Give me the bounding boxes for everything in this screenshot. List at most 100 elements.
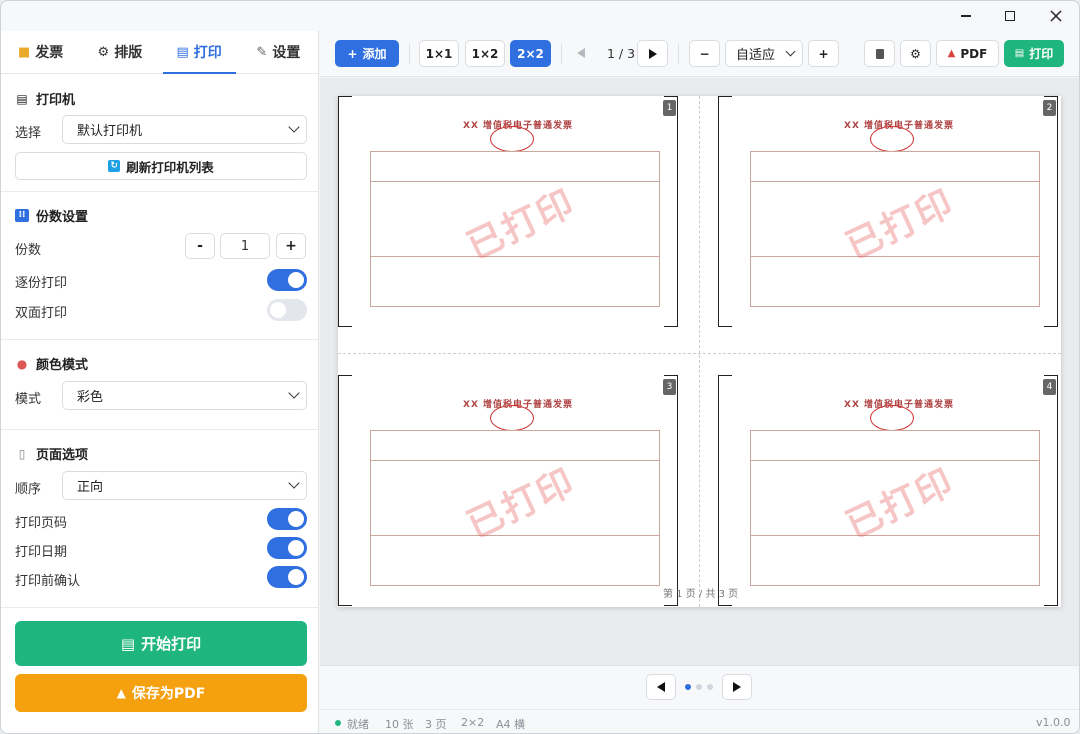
- crop-mark: [1044, 96, 1058, 327]
- maximize-button[interactable]: [987, 1, 1033, 31]
- section-title: ▤ 打印机: [15, 89, 76, 109]
- wrench-icon: ✎: [256, 44, 268, 60]
- copies-title: 份数设置: [36, 210, 89, 225]
- crop-mark: [338, 375, 352, 606]
- printer-icon: ▤: [1014, 48, 1025, 59]
- export-pdf-button[interactable]: ▲ PDF: [936, 40, 999, 67]
- zoom-value: 自适应: [736, 48, 776, 63]
- print-page-number-toggle[interactable]: [267, 508, 307, 530]
- page-footer: 第 1 页 / 共 3 页: [663, 589, 739, 600]
- print-date-toggle[interactable]: [267, 537, 307, 559]
- copies-increment-button[interactable]: +: [276, 233, 306, 259]
- zoom-select[interactable]: 自适应: [725, 40, 803, 67]
- chevron-right-icon: [733, 682, 741, 692]
- color-mode-select[interactable]: 彩色: [62, 381, 307, 410]
- next-page-button[interactable]: [637, 40, 668, 67]
- tab-label: 设置: [272, 45, 301, 61]
- invoice-seal: [870, 405, 914, 431]
- settings-button[interactable]: ⚙: [900, 40, 931, 67]
- print-page-number-label: 打印页码: [15, 516, 68, 531]
- invoice-seal: [490, 405, 534, 431]
- start-print-button[interactable]: ▤ 开始打印: [15, 621, 307, 666]
- chevron-down-icon: [288, 387, 300, 399]
- invoice-cell[interactable]: 1 XX 增值税电子普通发票 已打印: [338, 96, 680, 327]
- minimize-button[interactable]: [943, 1, 989, 31]
- status-dot: [335, 720, 341, 726]
- layout-1x2-button[interactable]: 1×2: [465, 40, 505, 67]
- crop-mark: [664, 375, 678, 606]
- zoom-out-button[interactable]: −: [689, 40, 720, 67]
- tab-settings[interactable]: ✎ 设置: [239, 31, 318, 73]
- copies-decrement-button[interactable]: -: [185, 233, 215, 259]
- crop-mark: [1044, 375, 1058, 606]
- confirm-before-print-toggle[interactable]: [267, 566, 307, 588]
- page-dot[interactable]: [685, 684, 691, 690]
- prev-page-button[interactable]: [577, 48, 585, 58]
- invoice-cell[interactable]: 3 XX 增值税电子普通发票 已打印: [338, 375, 680, 606]
- tab-layout[interactable]: ⚙ 排版: [80, 31, 159, 73]
- gear-icon: ⚙: [97, 44, 110, 60]
- tab-print[interactable]: ▤ 打印: [160, 31, 239, 74]
- app-version: v1.0.0: [1036, 716, 1071, 729]
- close-icon: [1050, 10, 1062, 22]
- pager-prev-button[interactable]: [646, 674, 676, 700]
- refresh-icon: ↻: [108, 160, 121, 172]
- pager-next-button[interactable]: [722, 674, 752, 700]
- sidebar: ■ 发票 ⚙ 排版 ▤ 打印 ✎ 设置 ▤ 打印机 选择 默认打印机 ↻ 刷新打…: [1, 31, 319, 733]
- printer-selected-value: 默认打印机: [77, 124, 143, 139]
- close-button[interactable]: [1033, 1, 1079, 31]
- invoice-seal: [870, 126, 914, 152]
- printer-icon: ▤: [176, 44, 189, 60]
- chevron-down-icon: [288, 121, 300, 133]
- save-pdf-button[interactable]: ▲ 保存为PDF: [15, 674, 307, 712]
- print-button[interactable]: ▤ 打印: [1004, 40, 1064, 67]
- status-layout: 2×2: [461, 716, 485, 729]
- collate-toggle[interactable]: [267, 269, 307, 291]
- print-date-label: 打印日期: [15, 545, 68, 560]
- add-button[interactable]: + 添加: [335, 40, 399, 67]
- trash-icon: [875, 48, 884, 59]
- title-bar: [1, 1, 1079, 31]
- crop-mark: [718, 375, 732, 606]
- printer-select-label: 选择: [15, 126, 42, 141]
- invoice-cell[interactable]: 2 XX 增值税电子普通发票 已打印: [718, 96, 1060, 327]
- duplex-toggle[interactable]: [267, 299, 307, 321]
- page-options-section: ▯ 页面选项 顺序 正向 打印页码 打印日期 打印前确认: [1, 430, 319, 608]
- invoice-seal: [490, 126, 534, 152]
- page-dot[interactable]: [696, 684, 702, 690]
- page-indicator: 1 / 3: [607, 46, 636, 61]
- cut-line-horizontal: [338, 353, 1061, 354]
- chevron-down-icon: [288, 477, 300, 489]
- zoom-in-button[interactable]: +: [808, 40, 839, 67]
- collate-label: 逐份打印: [15, 276, 68, 291]
- printer-section: ▤ 打印机 选择 默认打印机 ↻ 刷新打印机列表: [1, 75, 319, 192]
- crop-mark: [338, 96, 352, 327]
- delete-button[interactable]: [864, 40, 895, 67]
- invoice-cell[interactable]: 4 XX 增值税电子普通发票 已打印: [718, 375, 1060, 606]
- minimize-icon: [961, 15, 971, 17]
- status-pages: 3 页: [425, 718, 447, 731]
- cell-number-badge: 2: [1043, 100, 1056, 116]
- pdf-icon: ▲: [116, 686, 126, 700]
- layout-1x1-button[interactable]: 1×1: [419, 40, 459, 67]
- chevron-right-icon: [648, 48, 657, 59]
- printer-title: 打印机: [36, 93, 76, 108]
- tab-invoices[interactable]: ■ 发票: [1, 31, 80, 73]
- cell-number-badge: 4: [1043, 379, 1056, 395]
- maximize-icon: [1005, 11, 1015, 21]
- page-options-title: 页面选项: [36, 448, 89, 463]
- printer-select[interactable]: 默认打印机: [62, 115, 307, 144]
- page-dot[interactable]: [707, 684, 713, 690]
- layout-2x2-button[interactable]: 2×2: [510, 40, 551, 67]
- gear-icon: ⚙: [910, 46, 921, 61]
- refresh-printers-button[interactable]: ↻ 刷新打印机列表: [15, 152, 307, 180]
- tab-label: 打印: [193, 45, 222, 61]
- copies-count-label: 份数: [15, 243, 42, 258]
- copies-count-input[interactable]: 1: [220, 233, 270, 259]
- toolbar-divider: [678, 44, 679, 64]
- section-title: ⁞⁞ 份数设置: [15, 206, 88, 225]
- cell-number-badge: 1: [663, 100, 676, 116]
- printer-icon: ▤: [120, 634, 136, 653]
- copies-section: ⁞⁞ 份数设置 份数 - 1 + 逐份打印 双面打印: [1, 192, 319, 340]
- order-select[interactable]: 正向: [62, 471, 307, 500]
